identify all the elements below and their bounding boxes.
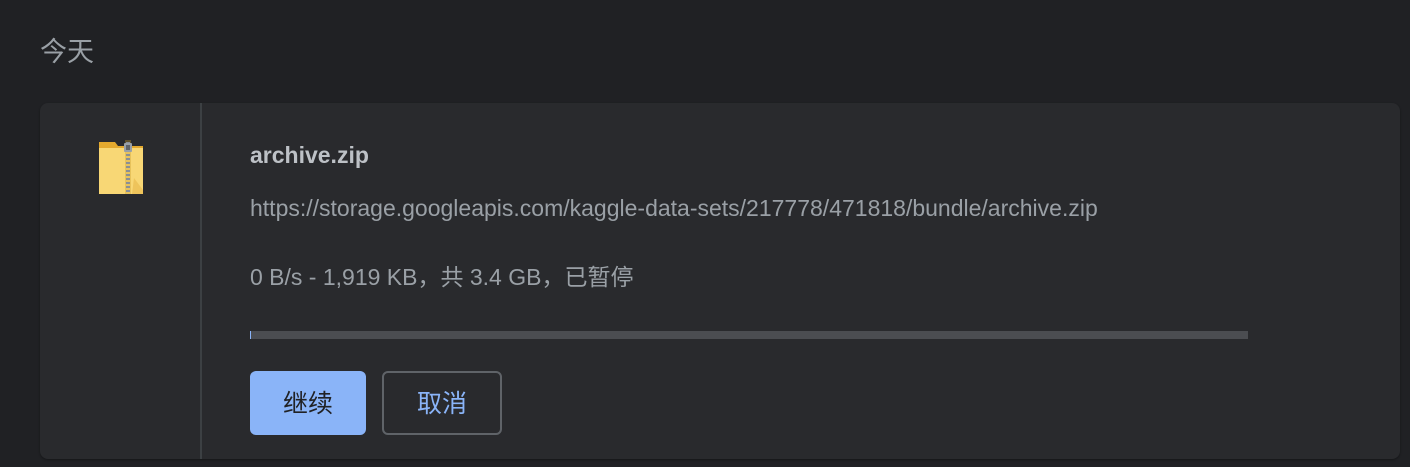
download-item-card: archive.zip https://storage.googleapis.c…: [40, 103, 1400, 459]
cancel-button[interactable]: 取消: [382, 371, 502, 435]
download-source-url[interactable]: https://storage.googleapis.com/kaggle-da…: [250, 194, 1240, 222]
resume-button[interactable]: 继续: [250, 371, 366, 435]
download-progress-bar: [250, 331, 1248, 339]
file-icon-area: [40, 103, 200, 459]
download-filename-link[interactable]: archive.zip: [250, 141, 369, 169]
date-section-title: 今天: [40, 37, 94, 67]
card-divider: [200, 103, 202, 459]
zip-folder-icon: [99, 140, 143, 194]
download-status-text: 0 B/s - 1,919 KB，共 3.4 GB，已暂停: [250, 264, 634, 290]
download-details: archive.zip https://storage.googleapis.c…: [250, 103, 1250, 459]
